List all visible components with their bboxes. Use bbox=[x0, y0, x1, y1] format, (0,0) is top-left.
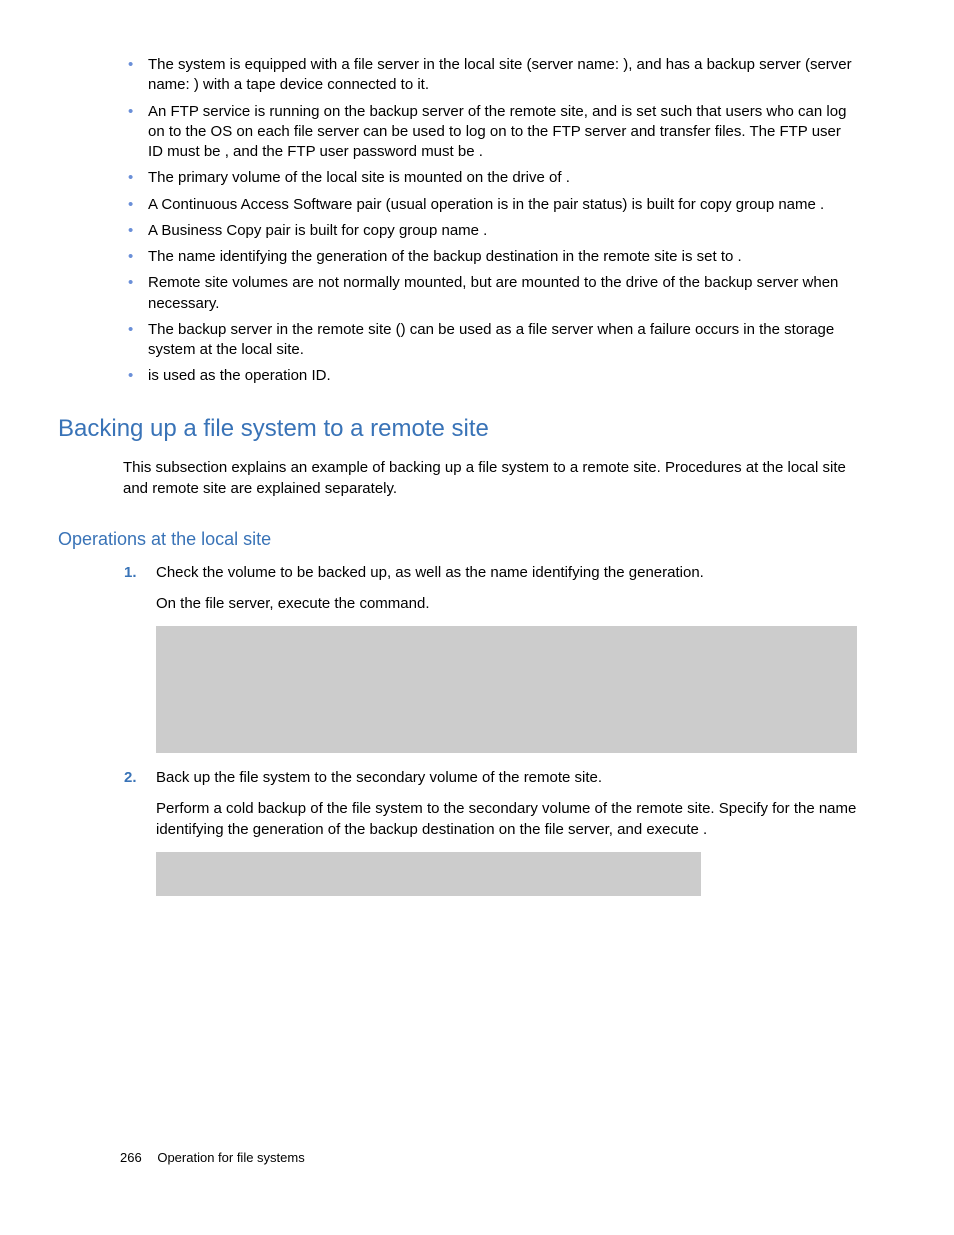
step-title: Check the volume to be backed up, as wel… bbox=[156, 564, 704, 581]
list-item: A Business Copy pair is built for copy g… bbox=[58, 221, 859, 241]
footer-title: Operation for file systems bbox=[157, 1150, 304, 1165]
text: A Business Copy pair is built for copy g… bbox=[148, 222, 483, 239]
list-item: Remote site volumes are not normally mou… bbox=[58, 273, 859, 314]
list-item: An FTP service is running on the backup … bbox=[58, 102, 859, 163]
text: is used as the operation ID. bbox=[148, 367, 331, 384]
text: Remote site volumes are not normally mou… bbox=[148, 274, 626, 291]
step-title: Back up the file system to the secondary… bbox=[156, 769, 602, 786]
text: . bbox=[820, 196, 824, 213]
prerequisites-list: The system is equipped with a file serve… bbox=[58, 55, 859, 387]
list-item: The backup server in the remote site () … bbox=[58, 320, 859, 361]
text: A Continuous Access Software pair (usual… bbox=[148, 196, 820, 213]
text: . bbox=[566, 169, 570, 186]
text: . bbox=[483, 222, 487, 239]
section-heading: Backing up a file system to a remote sit… bbox=[58, 415, 859, 443]
list-item: A Continuous Access Software pair (usual… bbox=[58, 195, 859, 215]
page-footer: 266 Operation for file systems bbox=[120, 1150, 305, 1165]
text: . bbox=[479, 143, 483, 160]
section-intro: This subsection explains an example of b… bbox=[123, 457, 859, 499]
text: The primary volume of the local site is … bbox=[148, 169, 512, 186]
subsection-heading: Operations at the local site bbox=[58, 529, 859, 550]
list-item: The system is equipped with a file serve… bbox=[58, 55, 859, 96]
text: Perform a cold backup of the file system… bbox=[156, 800, 772, 817]
code-block bbox=[156, 852, 701, 896]
text: , and the FTP user password must be bbox=[225, 143, 479, 160]
text: drive of bbox=[512, 169, 565, 186]
list-item: is used as the operation ID. bbox=[58, 366, 859, 386]
list-item: The primary volume of the local site is … bbox=[58, 168, 859, 188]
text: The name identifying the generation of t… bbox=[148, 248, 738, 265]
page-content: The system is equipped with a file serve… bbox=[0, 0, 954, 1235]
text: The system is equipped with a file serve… bbox=[148, 56, 623, 73]
page-number: 266 bbox=[120, 1150, 142, 1165]
list-item: The name identifying the generation of t… bbox=[58, 247, 859, 267]
procedure-list: Check the volume to be backed up, as wel… bbox=[58, 562, 859, 896]
text: The backup server in the remote site ( bbox=[148, 321, 401, 338]
procedure-step: Check the volume to be backed up, as wel… bbox=[58, 562, 859, 753]
text: On the file server, execute the bbox=[156, 595, 359, 612]
text: . bbox=[738, 248, 742, 265]
step-body: On the file server, execute the command. bbox=[156, 593, 859, 614]
procedure-step: Back up the file system to the secondary… bbox=[58, 767, 859, 896]
step-body: Perform a cold backup of the file system… bbox=[156, 798, 859, 840]
text: command. bbox=[359, 595, 429, 612]
text: ) with a tape device connected to it. bbox=[194, 76, 429, 93]
text: . bbox=[703, 821, 707, 838]
code-block bbox=[156, 626, 857, 753]
